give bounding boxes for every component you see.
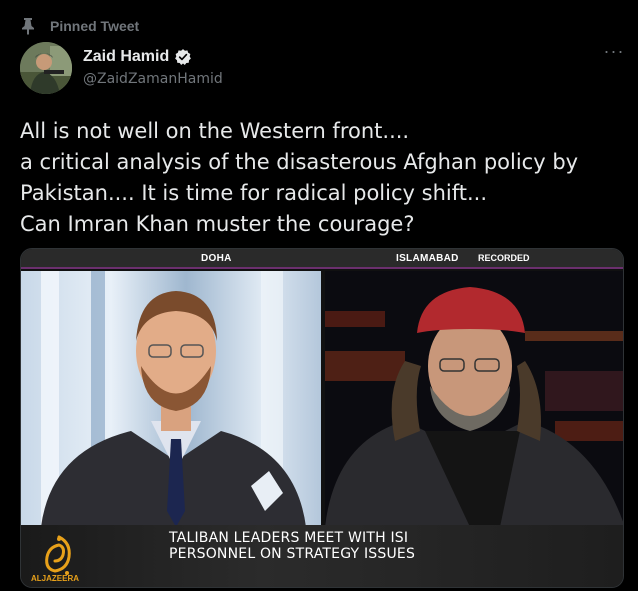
tweet-author: Zaid Hamid @ZaidZamanHamid xyxy=(83,47,223,87)
left-speaker-image xyxy=(41,271,306,527)
right-location-label: ISLAMABAD xyxy=(396,253,459,264)
tweet-line: Can Imran Khan muster the courage? xyxy=(20,212,415,236)
author-handle[interactable]: @ZaidZamanHamid xyxy=(83,71,223,87)
more-options-button[interactable]: ··· xyxy=(602,42,626,64)
pinned-tweet-indicator: Pinned Tweet xyxy=(20,16,139,36)
tweet-text: All is not well on the Western front....… xyxy=(20,116,630,240)
avatar[interactable] xyxy=(20,42,72,94)
left-location-label: DOHA xyxy=(201,253,232,264)
broadcast-location-strip: DOHA ISLAMABAD RECORDED xyxy=(21,249,623,269)
tweet-line: a critical analysis of the disasterous A… xyxy=(20,150,579,174)
news-headline: TALIBAN LEADERS MEET WITH ISI PERSONNEL … xyxy=(169,530,415,562)
headline-line: PERSONNEL ON STRATEGY ISSUES xyxy=(169,546,416,562)
verified-badge-icon xyxy=(175,49,192,66)
recorded-label: RECORDED xyxy=(478,253,530,263)
right-video-pane xyxy=(325,271,623,527)
headline-line: TALIBAN LEADERS MEET WITH ISI xyxy=(169,530,409,546)
tweet-line: All is not well on the Western front.... xyxy=(20,119,410,143)
avatar-image xyxy=(20,42,72,94)
news-lower-third: ALJAZEERA TALIBAN LEADERS MEET WITH ISI … xyxy=(21,525,623,587)
author-name[interactable]: Zaid Hamid xyxy=(83,48,169,66)
left-video-pane xyxy=(21,271,321,527)
tweet-media[interactable]: DOHA ISLAMABAD RECORDED ALJAZEERA TALIBA… xyxy=(20,248,624,588)
pin-icon xyxy=(22,18,34,35)
pinned-label: Pinned Tweet xyxy=(50,18,140,34)
tweet-line: Pakistan.... It is time for radical poli… xyxy=(20,181,487,205)
network-name: ALJAZEERA xyxy=(31,574,80,583)
right-speaker-image xyxy=(325,271,623,527)
